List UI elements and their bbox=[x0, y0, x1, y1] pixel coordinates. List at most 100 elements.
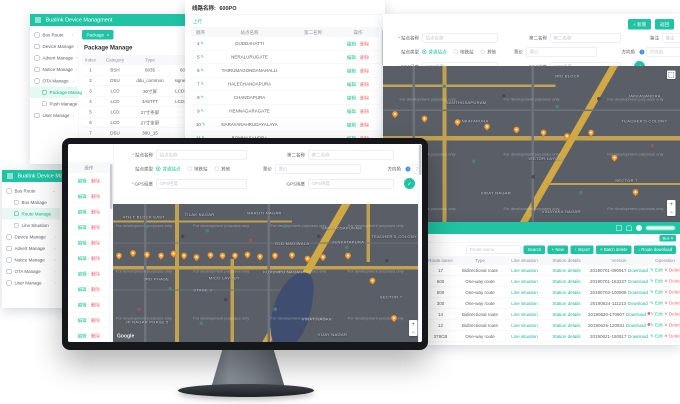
delete-link[interactable]: 删除 bbox=[91, 255, 100, 262]
station-marker-pin[interactable] bbox=[218, 251, 226, 259]
station-marker-pin[interactable] bbox=[271, 251, 279, 259]
sidebar-item[interactable]: User Manage › bbox=[30, 110, 78, 122]
edit-link[interactable]: 编辑 bbox=[78, 270, 87, 277]
sidebar-item[interactable]: Bus Route › bbox=[30, 29, 78, 41]
station-marker-pin[interactable] bbox=[483, 122, 491, 130]
route-map[interactable]: For development purposes onlyFor develop… bbox=[113, 204, 422, 342]
delete-link[interactable]: ✕ Delete bbox=[664, 290, 680, 295]
edit-link[interactable]: 编辑 bbox=[78, 286, 87, 293]
operation-row[interactable]: 编辑|删除 bbox=[68, 313, 110, 329]
zoom-in-icon[interactable]: + bbox=[669, 201, 673, 207]
download-link[interactable]: Download bbox=[628, 334, 648, 339]
delete-link[interactable]: 删除 bbox=[91, 177, 100, 184]
download-link[interactable]: Download bbox=[626, 323, 650, 328]
toolbar-button[interactable]: × Batch delete bbox=[596, 245, 631, 254]
delete-link[interactable]: 删除 bbox=[360, 55, 369, 60]
edit-link[interactable]: 编辑 bbox=[347, 55, 356, 60]
fare-input[interactable] bbox=[526, 47, 597, 57]
delete-link[interactable]: 删除 bbox=[360, 109, 369, 114]
edit-link[interactable]: ✎ Edit bbox=[650, 323, 663, 328]
route-row[interactable]: 600 One-way route Line situation Station… bbox=[425, 276, 680, 287]
line-situation-link[interactable]: Line situation bbox=[511, 301, 538, 306]
station-marker-pin[interactable] bbox=[631, 188, 639, 196]
confirm-button[interactable]: ✓ bbox=[404, 178, 415, 189]
edit-link[interactable]: ✎ Edit bbox=[650, 334, 663, 339]
sidebar-item[interactable]: Package Manage bbox=[30, 87, 78, 99]
station-marker-pin[interactable] bbox=[243, 250, 251, 258]
gps-longitude-input[interactable] bbox=[156, 179, 247, 189]
delete-link[interactable]: 删除 bbox=[91, 193, 100, 200]
operation-row[interactable]: 编辑|删除 bbox=[68, 251, 110, 267]
delete-link[interactable]: ✕ Delete bbox=[664, 334, 680, 339]
direction-up-link[interactable]: 上行 bbox=[193, 18, 202, 25]
station-type-radio[interactable]: 地铁站 bbox=[188, 166, 208, 173]
route-search-input[interactable] bbox=[466, 245, 521, 254]
gps-latitude-input[interactable] bbox=[308, 179, 394, 189]
delete-link[interactable]: 删除 bbox=[91, 239, 100, 246]
edit-link[interactable]: ✎ Edit bbox=[650, 345, 663, 346]
map-zoom-control[interactable]: +− bbox=[667, 200, 676, 216]
station-details-link[interactable]: Station details bbox=[552, 268, 580, 273]
station-details-link[interactable]: Station details bbox=[552, 290, 580, 295]
zoom-out-icon[interactable]: − bbox=[669, 209, 673, 215]
station-details-link[interactable]: Station details bbox=[552, 301, 580, 306]
edit-pencil-icon[interactable]: ✎ bbox=[202, 122, 205, 127]
delete-link[interactable]: 删除 bbox=[360, 41, 369, 46]
operation-row[interactable]: 编辑|删除 bbox=[68, 204, 110, 220]
edit-link[interactable]: 编辑 bbox=[78, 301, 87, 308]
station-marker-pin[interactable] bbox=[368, 276, 376, 284]
edit-link[interactable]: 编辑 bbox=[347, 41, 356, 46]
delete-link[interactable]: 删除 bbox=[91, 208, 100, 215]
station-type-radio[interactable]: 地铁站 bbox=[454, 49, 474, 56]
station-row[interactable]: 5✎ NERALURUGATE 编辑|删除 bbox=[191, 51, 379, 65]
operation-row[interactable]: 编辑|删除 bbox=[68, 266, 110, 282]
edit-pencil-icon[interactable]: ✎ bbox=[201, 41, 204, 46]
station-marker-pin[interactable] bbox=[157, 251, 165, 259]
download-link[interactable]: Download bbox=[628, 268, 648, 273]
edit-link[interactable]: 编辑 bbox=[78, 224, 87, 231]
station-marker-pin[interactable] bbox=[129, 249, 137, 257]
edit-link[interactable]: 编辑 bbox=[78, 177, 87, 184]
station-marker-pin[interactable] bbox=[180, 251, 188, 259]
station-row[interactable]: 10✎ NARAYANAHRUDAYALAYA 编辑|删除 bbox=[191, 118, 379, 132]
download-link[interactable]: Download bbox=[628, 279, 648, 284]
route-row[interactable]: 14 Bidirectional route Line situation St… bbox=[425, 309, 680, 320]
second-name-input[interactable] bbox=[308, 150, 394, 160]
delete-link[interactable]: 删除 bbox=[91, 270, 100, 277]
edit-pencil-icon[interactable]: ✎ bbox=[201, 68, 204, 73]
station-name-input[interactable] bbox=[422, 33, 498, 43]
angle-input[interactable] bbox=[646, 47, 680, 57]
delete-link[interactable]: 删除 bbox=[91, 317, 100, 324]
operation-row[interactable]: 编辑|删除 bbox=[68, 189, 110, 205]
sidebar-item[interactable]: OTA Manage › bbox=[2, 266, 60, 278]
tab-bus[interactable]: Bus ▾ bbox=[660, 235, 676, 242]
download-link[interactable]: Download bbox=[626, 312, 650, 317]
edit-link[interactable]: 编辑 bbox=[78, 208, 87, 215]
scrollbar[interactable] bbox=[418, 144, 422, 342]
operation-row[interactable]: 编辑|删除 bbox=[68, 297, 110, 313]
delete-link[interactable]: 删除 bbox=[91, 301, 100, 308]
sidebar-item[interactable]: Notice Manage › bbox=[30, 64, 78, 76]
edit-link[interactable]: ✎ Edit bbox=[650, 290, 663, 295]
station-details-link[interactable]: Station details bbox=[552, 334, 580, 339]
back-button[interactable]: 返回 bbox=[655, 19, 674, 30]
station-details-link[interactable]: Station details bbox=[552, 323, 580, 328]
station-marker-pin[interactable] bbox=[319, 253, 327, 261]
fare-input[interactable] bbox=[275, 164, 361, 174]
delete-link[interactable]: ✕ Delete bbox=[664, 312, 680, 317]
info-icon[interactable]: i bbox=[406, 166, 411, 171]
station-row[interactable]: 4✎ GUDDAHATTI 编辑|删除 bbox=[191, 37, 379, 51]
toolbar-button[interactable]: + New bbox=[548, 245, 568, 254]
menu-icon[interactable] bbox=[35, 20, 41, 21]
edit-link[interactable]: ✎ Edit bbox=[650, 301, 663, 306]
station-marker-pin[interactable] bbox=[420, 114, 428, 122]
station-row[interactable]: 6✎ THIRUMAGONDANAHALLI 编辑|删除 bbox=[191, 64, 379, 78]
delete-link[interactable]: ✕ Delete bbox=[664, 345, 680, 346]
tab-package[interactable]: Package × bbox=[82, 30, 114, 40]
line-situation-link[interactable]: Line situation bbox=[511, 268, 538, 273]
edit-link[interactable]: ✎ Edit bbox=[650, 279, 663, 284]
toolbar-button[interactable]: ↓ Route download bbox=[634, 245, 676, 254]
station-marker-pin[interactable] bbox=[288, 251, 296, 259]
sidebar-item[interactable]: Device Manage › bbox=[30, 41, 78, 53]
station-name-input[interactable] bbox=[156, 150, 247, 160]
